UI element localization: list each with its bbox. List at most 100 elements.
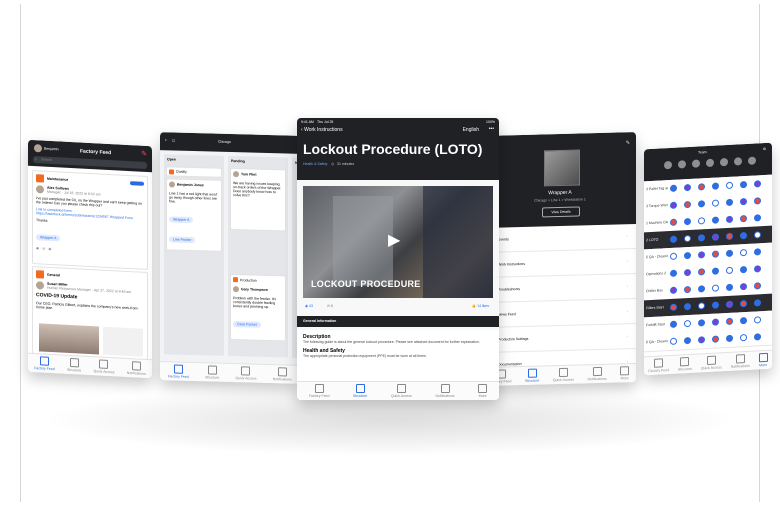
skill-level-icon[interactable]: [712, 267, 719, 275]
edit-icon[interactable]: ✎: [626, 140, 630, 146]
skill-level-icon[interactable]: [698, 285, 705, 293]
skill-level-icon[interactable]: [712, 182, 719, 190]
skill-level-icon[interactable]: [670, 286, 677, 294]
skill-level-icon[interactable]: [670, 337, 677, 345]
more-icon[interactable]: •••: [489, 126, 494, 132]
skill-level-icon[interactable]: [726, 317, 733, 326]
tab-structure[interactable]: Structure: [525, 368, 539, 383]
skill-level-icon[interactable]: [726, 283, 733, 292]
skill-level-icon[interactable]: [712, 301, 719, 309]
settings-icon[interactable]: ⚙: [763, 147, 766, 151]
tab-more[interactable]: More: [478, 384, 488, 398]
card-tag[interactable]: Line Packer: [169, 236, 196, 244]
card-tag[interactable]: Case Packer: [233, 321, 262, 328]
skill-level-icon[interactable]: [712, 250, 719, 258]
skill-level-icon[interactable]: [712, 233, 719, 241]
skill-level-icon[interactable]: [740, 299, 747, 308]
skill-level-icon[interactable]: [754, 299, 761, 307]
tab-quick-access[interactable]: Quick Access: [553, 367, 574, 382]
tab-notifications[interactable]: Notifications: [127, 361, 146, 376]
asset-photo[interactable]: [544, 149, 580, 187]
tab-factory-feed[interactable]: Factory Feed: [309, 384, 329, 398]
skill-level-icon[interactable]: [684, 285, 691, 294]
skill-level-icon[interactable]: [698, 302, 705, 310]
tab-quick-access[interactable]: Quick Access: [235, 366, 257, 381]
skill-level-icon[interactable]: [726, 215, 733, 224]
skill-level-icon[interactable]: [670, 252, 677, 260]
tab-structure[interactable]: Structure: [205, 365, 219, 380]
tab-notifications[interactable]: Notifications: [435, 384, 455, 398]
asset-tag[interactable]: Wrapper A: [36, 234, 61, 242]
skill-level-icon[interactable]: [726, 198, 733, 207]
back-icon[interactable]: ‹: [165, 137, 167, 143]
skill-level-icon[interactable]: [684, 217, 691, 226]
skill-level-icon[interactable]: [740, 333, 747, 342]
skill-level-icon[interactable]: [684, 268, 691, 277]
language-select[interactable]: English: [463, 127, 479, 133]
skill-level-icon[interactable]: [698, 251, 705, 259]
skill-level-icon[interactable]: [726, 300, 733, 309]
tab-notifications[interactable]: Notifications: [731, 354, 750, 369]
skill-level-icon[interactable]: [712, 199, 719, 207]
skill-level-icon[interactable]: [740, 248, 747, 257]
team-member-avatar[interactable]: [664, 160, 672, 170]
skill-level-icon[interactable]: [726, 334, 733, 343]
tab-more[interactable]: More: [620, 366, 630, 380]
avatar[interactable]: [34, 144, 42, 153]
skill-level-icon[interactable]: [754, 180, 761, 188]
skill-level-icon[interactable]: [740, 316, 747, 325]
skill-level-icon[interactable]: [754, 265, 761, 273]
skill-level-icon[interactable]: [698, 268, 705, 276]
skill-level-icon[interactable]: [712, 335, 719, 343]
card-tag[interactable]: Wrapper A: [169, 216, 194, 224]
skill-level-icon[interactable]: [684, 319, 691, 328]
skill-level-icon[interactable]: [754, 248, 761, 256]
kanban-card[interactable]: Tom Flint We are having issues keeping o…: [230, 168, 286, 232]
kanban-card[interactable]: Benjamin Jones Line 1 has a red light th…: [166, 178, 222, 252]
back-button[interactable]: ‹ Work Instructions: [301, 127, 343, 133]
kanban-card[interactable]: Production Gary Thompson Problem with th…: [230, 274, 286, 342]
skill-level-icon[interactable]: [670, 303, 677, 311]
megaphone-icon[interactable]: ✎: [141, 150, 147, 158]
skill-level-icon[interactable]: [670, 269, 677, 277]
skill-level-icon[interactable]: [726, 181, 733, 190]
skill-level-icon[interactable]: [740, 231, 747, 240]
skill-level-icon[interactable]: [754, 231, 761, 239]
team-member-avatar[interactable]: [678, 160, 686, 169]
skill-level-icon[interactable]: [726, 249, 733, 258]
skill-level-icon[interactable]: [712, 284, 719, 292]
tab-structure[interactable]: Structure: [678, 356, 692, 372]
tab-factory-feed[interactable]: Factory Feed: [34, 356, 55, 371]
category-link[interactable]: Health & Safety: [303, 162, 327, 166]
skill-level-icon[interactable]: [740, 180, 747, 189]
skill-level-icon[interactable]: [698, 217, 705, 225]
skill-level-icon[interactable]: [670, 201, 677, 209]
tab-notifications[interactable]: Notifications: [587, 366, 607, 381]
group-row[interactable]: Quality: [166, 166, 222, 178]
skill-level-icon[interactable]: [712, 318, 719, 326]
skill-level-icon[interactable]: [740, 197, 747, 206]
skill-level-icon[interactable]: [726, 266, 733, 275]
skill-level-icon[interactable]: [754, 214, 761, 222]
follow-button[interactable]: [130, 181, 144, 186]
skill-level-icon[interactable]: [698, 200, 705, 208]
skill-level-icon[interactable]: [670, 218, 677, 226]
skill-level-icon[interactable]: [684, 234, 691, 243]
play-icon[interactable]: ▶: [388, 230, 400, 250]
skill-level-icon[interactable]: [684, 336, 691, 345]
view-details-button[interactable]: View Details: [542, 206, 580, 218]
skill-level-icon[interactable]: [670, 235, 677, 243]
skill-level-icon[interactable]: [726, 232, 733, 241]
skill-level-icon[interactable]: [670, 184, 677, 192]
tab-quick-access[interactable]: Quick Access: [391, 384, 412, 398]
team-member-avatar[interactable]: [706, 158, 714, 168]
tab-quick-access[interactable]: Quick Access: [701, 355, 722, 370]
skill-level-icon[interactable]: [684, 183, 691, 192]
skill-level-icon[interactable]: [754, 316, 761, 324]
skill-level-icon[interactable]: [698, 183, 705, 191]
skill-level-icon[interactable]: [754, 282, 761, 290]
skill-level-icon[interactable]: [754, 197, 761, 205]
team-member-avatar[interactable]: [734, 157, 742, 166]
video-player[interactable]: ▶ LOCKOUT PROCEDURE: [303, 186, 493, 298]
tab-factory-feed[interactable]: Factory Feed: [648, 358, 669, 373]
